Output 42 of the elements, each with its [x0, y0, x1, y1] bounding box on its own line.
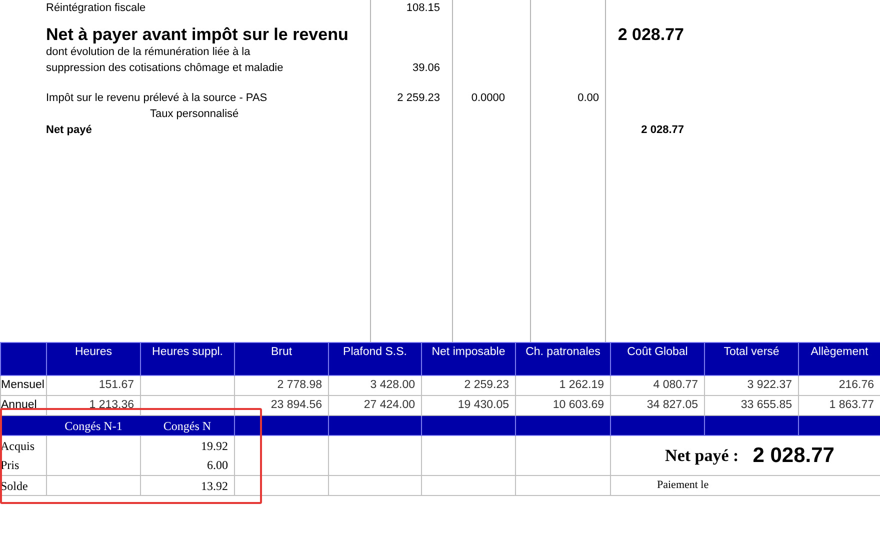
column-header: Brut — [234, 342, 328, 376]
column-header: Ch. patronales — [516, 342, 610, 376]
column-header: Heures suppl. — [140, 342, 234, 376]
table-cell: 6.00 — [140, 456, 234, 476]
row-label: Mensuel — [0, 376, 46, 396]
table-cell: 2 778.98 — [234, 376, 328, 396]
row-label: Acquis — [0, 436, 46, 456]
net-pay-label: Net payé : — [665, 444, 739, 467]
column-header: Coût Global — [610, 342, 704, 376]
column-header: Total versé — [704, 342, 798, 376]
table-cell: 4 080.77 — [610, 376, 704, 396]
amount-cell-text: 0.0000 — [471, 91, 505, 106]
line-label: suppression des cotisations chômage et maladie — [45, 61, 284, 76]
column-header: Congés N-1 — [46, 416, 140, 436]
table-cell: 2 259.23 — [422, 376, 516, 396]
column-header: Net imposable — [422, 342, 516, 376]
line-label: Réintégration fiscale — [45, 1, 147, 16]
column-header: Congés N — [140, 416, 234, 436]
amount-cell-text: 2 259.23 — [397, 91, 440, 106]
amount-cell-text: 39.06 — [412, 61, 440, 76]
amount-cell: 2 028.77 — [618, 26, 684, 44]
line-label: Impôt sur le revenu prélevé à la source - PAS — [45, 91, 268, 106]
line-label: Net à payer avant impôt sur le revenu — [45, 26, 350, 44]
table-cell: 1 262.19 — [516, 376, 610, 396]
row-label: Solde — [0, 476, 46, 496]
amount-cell-text: 108.15 — [406, 1, 440, 16]
column-header: Heures — [46, 342, 140, 376]
line-label: Net payé — [45, 123, 93, 138]
net-pay-amount: 2 028.77 — [752, 442, 834, 469]
amount-cell-text: 0.00 — [578, 91, 599, 106]
table-cell: 19.92 — [140, 436, 234, 456]
table-cell: 3 428.00 — [328, 376, 422, 396]
table-cell: 13.92 — [140, 476, 234, 496]
payment-date-label: Paiement le — [657, 479, 709, 492]
line-label: dont évolution de la rémunération liée à la — [45, 45, 252, 60]
row-label: Pris — [0, 456, 46, 476]
table-cell: 151.67 — [46, 376, 140, 396]
column-header: Allègement — [798, 342, 880, 376]
column-header: Plafond S.S. — [328, 342, 422, 376]
table-cell: 3 922.37 — [704, 376, 798, 396]
amount-cell-text: 2 028.77 — [641, 123, 684, 138]
line-label: Taux personnalisé — [149, 107, 240, 122]
